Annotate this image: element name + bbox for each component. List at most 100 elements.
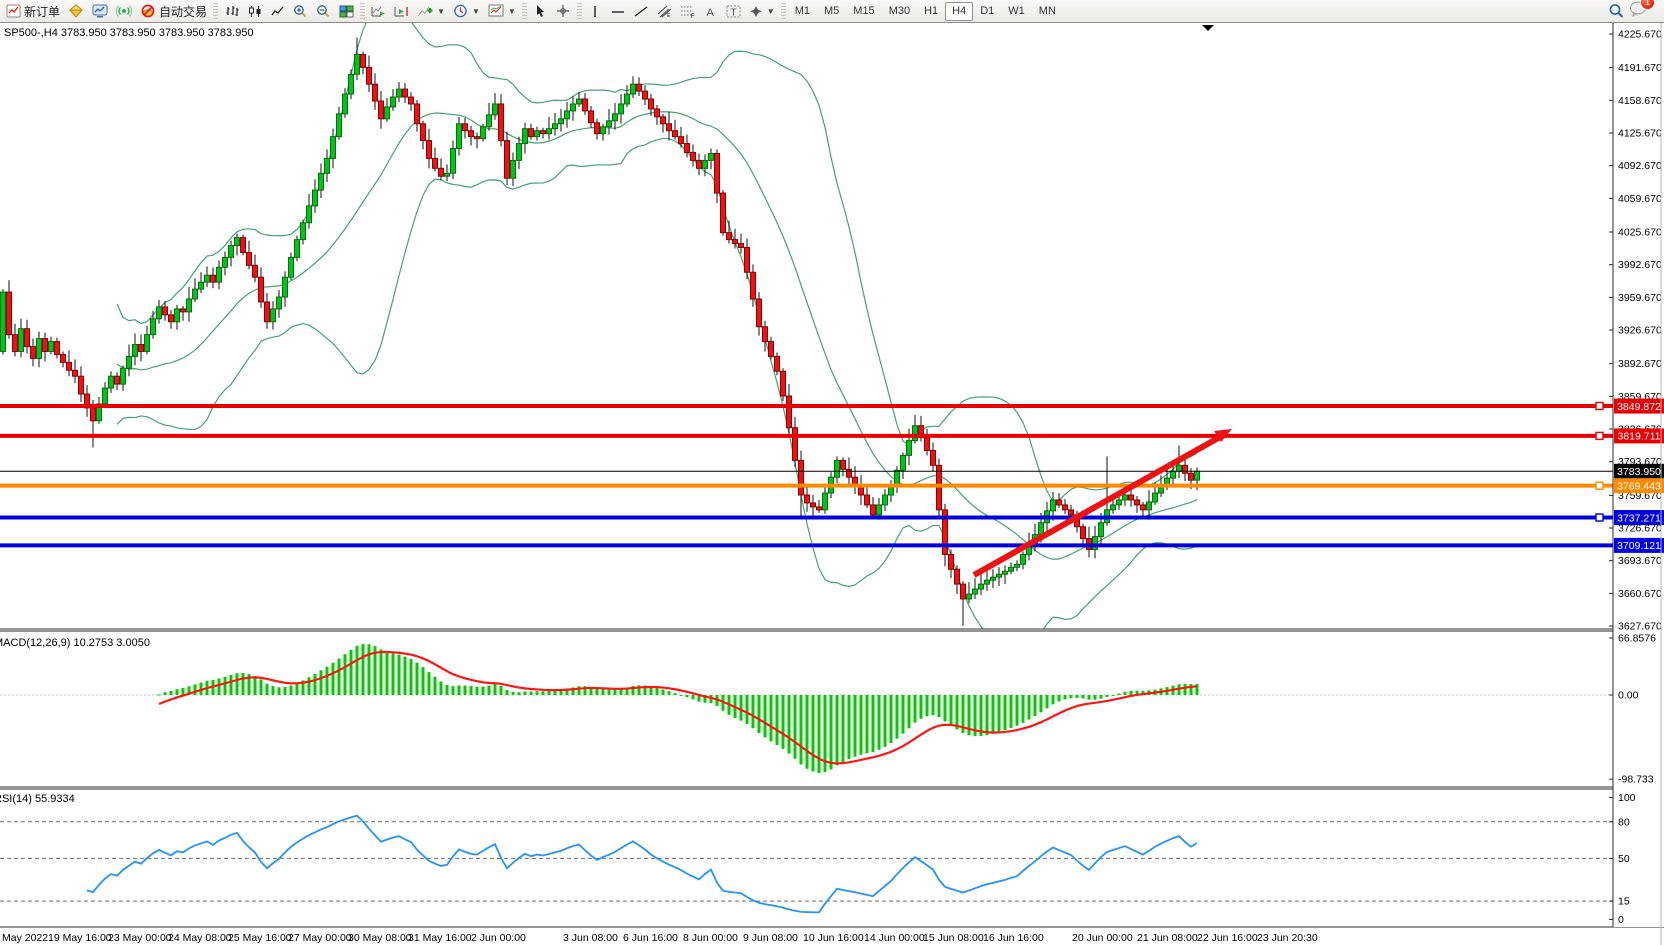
svg-text:9 Jun 08:00: 9 Jun 08:00 — [743, 932, 798, 944]
vertical-line-tool-button[interactable] — [584, 1, 607, 21]
candlestick-button[interactable] — [243, 1, 266, 21]
svg-text:F: F — [691, 14, 695, 18]
chart-shift-button[interactable] — [390, 1, 413, 21]
new-order-icon — [6, 4, 21, 18]
svg-text:3709.121: 3709.121 — [1617, 540, 1661, 552]
new-order-label: 新订单 — [24, 3, 60, 20]
notification-badge: 1 — [1640, 0, 1655, 10]
timeframe-button-m5[interactable]: M5 — [817, 2, 846, 21]
timeframe-button-h1[interactable]: H1 — [917, 2, 945, 21]
channel-icon: E — [657, 5, 672, 18]
autotrading-button[interactable]: 自动交易 — [136, 1, 211, 21]
horizontal-line-icon — [611, 5, 625, 18]
line-chart-icon — [271, 5, 285, 18]
svg-text:66.8576: 66.8576 — [1618, 633, 1656, 645]
macd-indicator-label: MACD(12,26,9) 10.2753 3.0050 — [0, 637, 150, 649]
chart-canvas[interactable]: 4225.6704191.6704158.6704125.6704092.670… — [0, 0, 1664, 945]
svg-text:10 Jun 16:00: 10 Jun 16:00 — [803, 932, 864, 944]
svg-text:May 2022: May 2022 — [2, 932, 48, 944]
search-button[interactable] — [1604, 1, 1629, 21]
timeframe-button-m30[interactable]: M30 — [882, 2, 917, 21]
tile-windows-icon — [339, 5, 354, 18]
svg-text:25 May 16:00: 25 May 16:00 — [228, 932, 292, 944]
svg-text:23 May 00:00: 23 May 00:00 — [108, 932, 172, 944]
svg-text:2 Jun 00:00: 2 Jun 00:00 — [471, 932, 526, 944]
toolbar-grip — [577, 3, 582, 19]
svg-text:14 Jun 00:00: 14 Jun 00:00 — [864, 932, 925, 944]
equidistant-channel-tool-button[interactable]: E — [653, 1, 676, 21]
svg-text:8 Jun 00:00: 8 Jun 00:00 — [683, 932, 738, 944]
svg-text:3737.271: 3737.271 — [1617, 512, 1661, 524]
vertical-line-icon — [589, 5, 601, 18]
svg-text:4059.670: 4059.670 — [1618, 193, 1662, 205]
signals-button[interactable] — [112, 1, 136, 21]
indicators-button[interactable]: ▼ — [413, 1, 449, 21]
trendline-tool-button[interactable] — [630, 1, 653, 21]
zoom-in-button[interactable] — [289, 1, 312, 21]
timeframe-button-d1[interactable]: D1 — [973, 2, 1001, 21]
arrows-tool-button[interactable]: ▼ — [745, 1, 779, 21]
svg-text:4092.670: 4092.670 — [1618, 160, 1662, 172]
templates-button[interactable]: ▼ — [484, 1, 520, 21]
zoom-out-button[interactable] — [312, 1, 335, 21]
svg-text:0: 0 — [1618, 914, 1624, 926]
timeframe-button-h4[interactable]: H4 — [945, 2, 973, 21]
svg-text:100: 100 — [1618, 792, 1636, 804]
template-icon — [488, 4, 504, 18]
text-a-icon: A — [704, 5, 717, 18]
new-order-button[interactable]: 新订单 — [2, 1, 64, 21]
zoom-out-icon — [316, 4, 331, 18]
text-label-tool-button[interactable]: T — [722, 1, 745, 21]
crosshair-tool-button[interactable] — [552, 1, 575, 21]
terminal-button[interactable] — [88, 1, 112, 21]
svg-text:15: 15 — [1618, 896, 1630, 908]
line-chart-button[interactable] — [266, 1, 289, 21]
svg-text:3693.670: 3693.670 — [1618, 555, 1662, 567]
periods-button[interactable]: ▼ — [449, 1, 484, 21]
svg-text:3627.670: 3627.670 — [1618, 621, 1662, 633]
time-axis[interactable]: May 202219 May 16:0023 May 00:0024 May 0… — [2, 932, 1318, 944]
cursor-tool-button[interactable] — [529, 1, 552, 21]
autotrading-ban-icon — [140, 4, 156, 18]
text-tool-button[interactable]: A — [699, 1, 722, 21]
timeframe-button-m1[interactable]: M1 — [788, 2, 817, 21]
timeframe-button-mn[interactable]: MN — [1032, 2, 1063, 21]
svg-text:4191.670: 4191.670 — [1618, 62, 1662, 74]
svg-text:-98.733: -98.733 — [1618, 774, 1654, 786]
svg-text:24 May 08:00: 24 May 08:00 — [168, 932, 232, 944]
chart-shift-icon — [394, 5, 409, 18]
notifications-button[interactable]: 1 — [1629, 0, 1648, 22]
dropdown-caret-icon: ▼ — [437, 7, 445, 16]
svg-text:6 Jun 16:00: 6 Jun 16:00 — [623, 932, 678, 944]
toolbar-grip — [213, 3, 218, 19]
fibonacci-icon: F — [680, 5, 695, 18]
svg-text:3660.670: 3660.670 — [1618, 588, 1662, 600]
tile-windows-button[interactable] — [335, 1, 358, 21]
bar-chart-button[interactable] — [220, 1, 243, 21]
clock-icon — [453, 4, 468, 18]
trendline-icon — [634, 5, 648, 18]
timeframe-button-m15[interactable]: M15 — [846, 2, 881, 21]
svg-text:27 May 00:00: 27 May 00:00 — [288, 932, 352, 944]
svg-text:A: A — [706, 7, 714, 18]
horizontal-line-tool-button[interactable] — [607, 1, 630, 21]
text-label-icon: T — [726, 5, 741, 18]
gold-diamond-icon — [68, 4, 84, 18]
fibonacci-tool-button[interactable]: F — [676, 1, 699, 21]
market-button[interactable] — [64, 1, 88, 21]
svg-text:4025.670: 4025.670 — [1618, 227, 1662, 239]
svg-text:3769.443: 3769.443 — [1617, 480, 1661, 492]
svg-text:50: 50 — [1618, 853, 1630, 865]
timeframe-button-w1[interactable]: W1 — [1001, 2, 1032, 21]
svg-text:31 May 16:00: 31 May 16:00 — [408, 932, 472, 944]
svg-text:23 Jun 20:30: 23 Jun 20:30 — [1257, 932, 1318, 944]
bar-chart-icon — [225, 5, 239, 18]
cursor-icon — [534, 4, 547, 18]
auto-scroll-button[interactable] — [367, 1, 390, 21]
svg-text:T: T — [730, 7, 736, 18]
dropdown-caret-icon: ▼ — [767, 7, 775, 16]
svg-text:3783.950: 3783.950 — [1617, 466, 1661, 478]
svg-text:3892.670: 3892.670 — [1618, 358, 1662, 370]
svg-text:19 May 16:00: 19 May 16:00 — [48, 932, 112, 944]
symbol-info-label: SP500-,H4 3783.950 3783.950 3783.950 378… — [4, 27, 254, 39]
